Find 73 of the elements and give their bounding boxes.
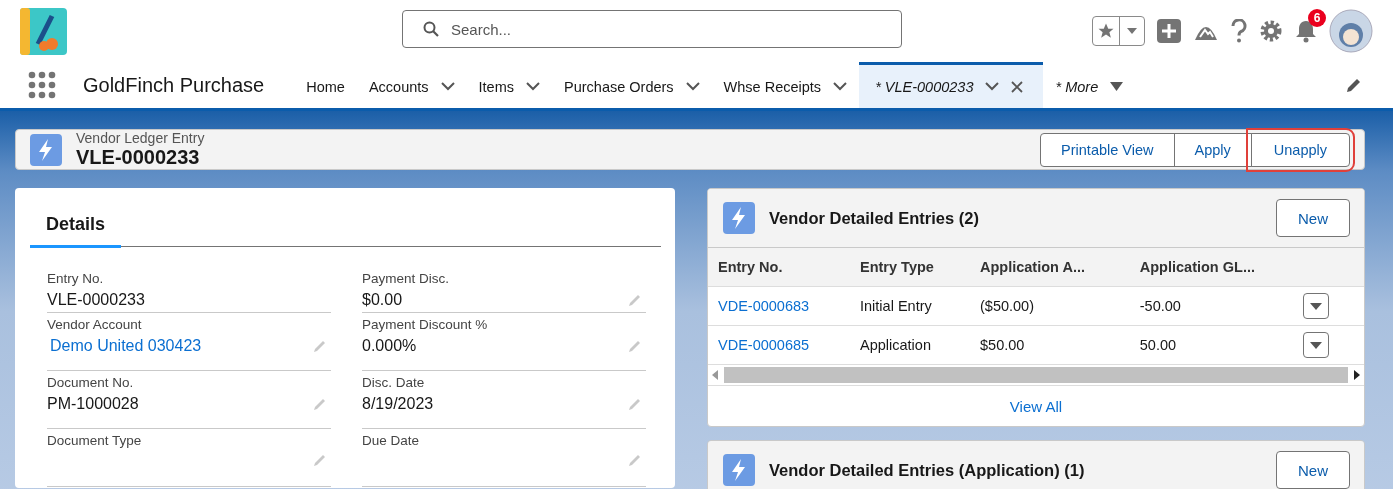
details-tab[interactable]: Details	[30, 206, 122, 248]
settings-icon[interactable]	[1259, 19, 1283, 43]
app-name: GoldFinch Purchase	[83, 73, 265, 97]
field-value: 8/19/2023	[362, 395, 434, 413]
caret-icon	[1309, 341, 1322, 349]
chevron-down-icon[interactable]	[526, 82, 540, 91]
record-type: Vendor Ledger Entry	[76, 130, 205, 146]
table-cell: -50.00	[1129, 286, 1303, 326]
column-header: Application GL...	[1129, 247, 1303, 287]
notification-badge: 6	[1308, 9, 1326, 27]
column-header: Entry No.	[708, 247, 850, 287]
avatar[interactable]	[1329, 9, 1373, 53]
star-icon	[1097, 22, 1115, 40]
column-header: Application A...	[970, 247, 1130, 287]
plus-icon[interactable]	[1157, 19, 1181, 43]
row-actions-button[interactable]	[1302, 293, 1329, 319]
field-value: $0.00	[362, 291, 403, 309]
scroll-right-icon[interactable]	[1354, 370, 1360, 380]
field-label: Entry No.	[47, 271, 105, 286]
search-icon	[423, 21, 439, 37]
record-title: VLE-0000233	[76, 146, 201, 169]
chevron-down-icon[interactable]	[685, 82, 700, 91]
field-label: Document Type	[47, 433, 143, 448]
field-label: Due Date	[362, 433, 421, 448]
new-button[interactable]: New	[1276, 451, 1350, 489]
scroll-left-icon[interactable]	[712, 370, 718, 380]
entry-link[interactable]: VDE-0000685	[718, 337, 810, 353]
chevron-down-icon[interactable]	[985, 82, 1000, 91]
lightning-icon	[30, 133, 62, 166]
lightning-icon	[723, 454, 755, 486]
table-cell: Initial Entry	[850, 286, 970, 326]
field-label: Vendor Account	[47, 317, 143, 332]
table-cell: Application	[850, 325, 970, 364]
field-label: Disc. Date	[362, 375, 426, 390]
nav-tab[interactable]: * VLE-0000233	[859, 62, 1044, 108]
new-button[interactable]: New	[1276, 199, 1350, 237]
app-launcher-icon[interactable]	[28, 71, 56, 99]
view-all-link[interactable]: View All	[1009, 398, 1063, 415]
field-value: 0.000%	[362, 337, 417, 355]
nav-tab[interactable]: Whse Receipts	[711, 62, 860, 108]
field-link[interactable]: Demo United 030423	[47, 337, 202, 355]
nav-tab[interactable]: Items	[466, 62, 552, 108]
action-button[interactable]: Apply	[1173, 132, 1252, 167]
entry-link[interactable]: VDE-0000683	[718, 298, 810, 314]
field-label: Document No.	[47, 375, 135, 390]
close-icon[interactable]	[1011, 80, 1024, 93]
horizontal-scrollbar[interactable]	[708, 364, 1364, 385]
help-icon[interactable]	[1231, 19, 1247, 43]
app-logo	[20, 7, 67, 55]
card-title: Vendor Detailed Entries (2)	[769, 208, 979, 228]
pencil-icon[interactable]	[1345, 76, 1363, 94]
column-header: Entry Type	[850, 247, 970, 287]
table-cell: $50.00	[970, 325, 1130, 364]
field-value: VLE-0000233	[47, 291, 145, 309]
caret-icon	[1309, 302, 1322, 310]
action-button[interactable]: Printable View	[1040, 132, 1175, 167]
chevron-down-icon[interactable]	[440, 82, 455, 91]
field-label: Payment Discount %	[362, 317, 489, 332]
caret-icon[interactable]	[1110, 82, 1124, 91]
chevron-down-icon[interactable]	[833, 82, 848, 91]
table-cell: 50.00	[1129, 325, 1303, 364]
nav-tab[interactable]: Accounts	[356, 62, 467, 108]
nav-tab[interactable]: Home	[294, 62, 357, 108]
field-value: PM-1000028	[47, 395, 139, 413]
row-actions-button[interactable]	[1302, 332, 1329, 358]
nav-tab[interactable]: Purchase Orders	[552, 62, 712, 108]
caret-icon	[1127, 28, 1137, 34]
nav-tab[interactable]: * More	[1043, 62, 1136, 108]
search-field[interactable]: Search...	[402, 10, 902, 48]
field-label: Payment Disc.	[362, 271, 451, 286]
lightning-icon	[723, 202, 755, 234]
card-title: Vendor Detailed Entries (Application) (1)	[769, 460, 1085, 480]
table-cell: ($50.00)	[970, 286, 1130, 326]
